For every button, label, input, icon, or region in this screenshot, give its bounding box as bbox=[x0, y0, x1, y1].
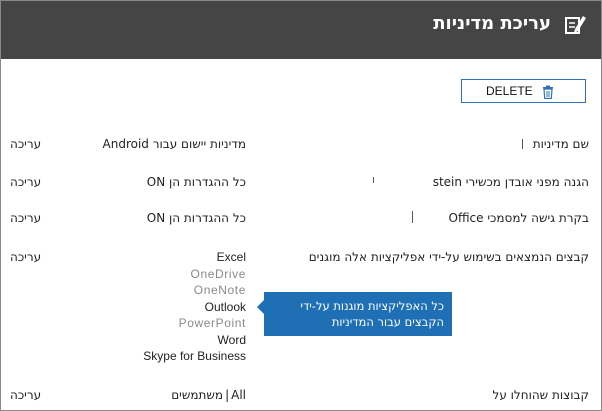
page-title: עריכת מדיניות bbox=[433, 13, 551, 34]
row-separator bbox=[373, 177, 374, 183]
app-excel: Excel bbox=[216, 250, 246, 264]
edit-access-control-link[interactable]: עריכה bbox=[10, 211, 41, 225]
delete-button[interactable]: DELETE bbox=[461, 79, 586, 103]
app-powerpoint: PowerPoint bbox=[178, 316, 246, 330]
app-onedrive: OneDrive bbox=[190, 266, 246, 281]
edit-data-loss-protection-link[interactable]: עריכה bbox=[10, 175, 41, 189]
assigned-groups-all: All bbox=[231, 388, 246, 402]
edit-policy-panel: עריכת מדיניות DELETE שם מדיניות מדיניות … bbox=[0, 0, 602, 411]
edit-assigned-groups-link[interactable]: עריכה bbox=[10, 388, 41, 402]
edit-policy-name-link[interactable]: עריכה bbox=[10, 137, 41, 151]
access-control-value: כל ההגדרות הן ON bbox=[146, 211, 246, 225]
row-separator bbox=[412, 211, 413, 223]
trash-icon bbox=[542, 84, 554, 100]
assigned-groups-users: משתמשים bbox=[171, 388, 224, 402]
data-loss-protection-value: כל ההגדרות הן ON bbox=[146, 175, 246, 189]
app-word: Word bbox=[217, 332, 246, 347]
protected-apps-list: Excel OneDrive OneNote Outlook PowerPoin… bbox=[143, 249, 246, 365]
policy-name-value: מדיניות יישום עבור Android bbox=[102, 137, 246, 151]
access-control-label: בקרת גישה למסמכי Office bbox=[448, 211, 590, 225]
panel-header: עריכת מדיניות bbox=[1, 1, 601, 59]
assigned-groups-value: All|משתמשים bbox=[171, 388, 246, 402]
policy-name-label: שם מדיניות bbox=[532, 137, 589, 151]
app-skype-for-business: Skype for Business bbox=[143, 349, 246, 363]
edit-policy-icon bbox=[563, 13, 587, 37]
app-onenote: OneNote bbox=[193, 283, 246, 297]
delete-button-label: DELETE bbox=[486, 84, 533, 98]
callout-text: כל האפליקציות מוגנות על-ידי הקבצים עבור … bbox=[300, 299, 444, 329]
data-loss-protection-label: הגנה מפני אובדן מכשירי stein bbox=[432, 175, 589, 189]
app-outlook: Outlook bbox=[204, 299, 246, 314]
value-separator: | bbox=[225, 388, 230, 402]
row-separator bbox=[522, 139, 523, 149]
callout-tooltip: כל האפליקציות מוגנות על-ידי הקבצים עבור … bbox=[264, 292, 452, 336]
edit-protected-apps-link[interactable]: עריכה bbox=[10, 250, 41, 264]
assigned-groups-label: קבוצות שהוחלו על bbox=[492, 388, 590, 402]
protected-files-label: קבצים הנמצאים בשימוש על-ידי אפליקציות אל… bbox=[308, 250, 589, 264]
